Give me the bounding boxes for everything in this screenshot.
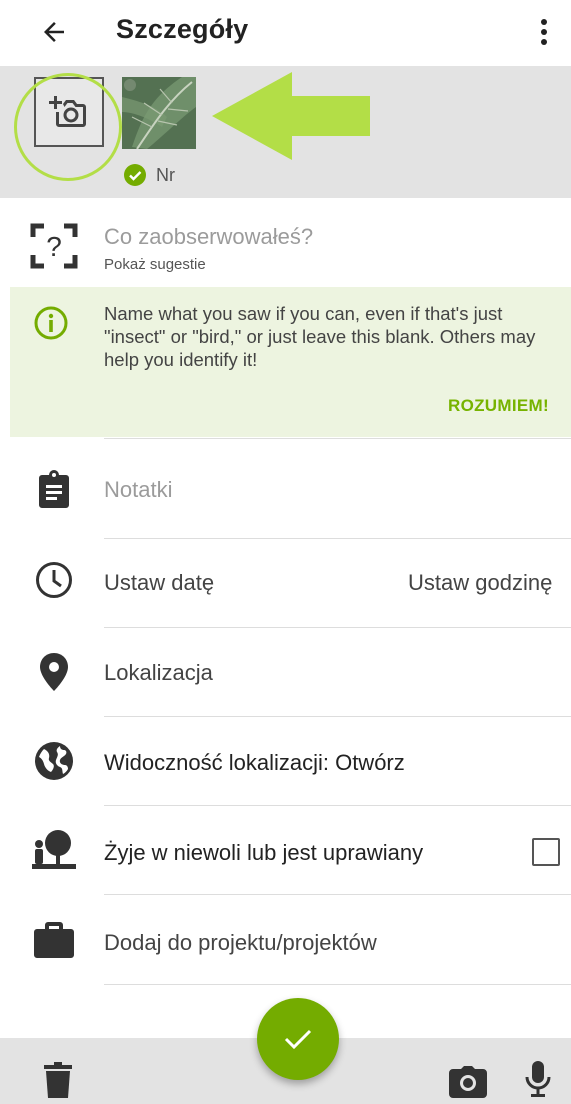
leaf-photo — [122, 77, 196, 149]
app-bar — [0, 0, 571, 66]
divider — [104, 438, 571, 439]
delete-button[interactable] — [38, 1060, 78, 1100]
clipboard-icon — [28, 463, 80, 515]
notes-field[interactable]: Notatki — [104, 477, 172, 503]
add-to-projects-button[interactable]: Dodaj do projektu/projektów — [104, 930, 377, 956]
tip-dismiss-button[interactable]: ROZUMIEM! — [448, 396, 549, 416]
species-unknown-icon[interactable]: ? — [28, 220, 80, 272]
check-circle-icon — [124, 164, 146, 186]
clock-icon — [28, 554, 80, 606]
geoprivacy-selector[interactable]: Widoczność lokalizacji: Otwórz — [104, 750, 405, 776]
add-photo-highlight — [14, 73, 122, 181]
captive-cultivated-icon — [28, 824, 80, 876]
microphone-icon — [525, 1061, 551, 1097]
captive-cultivated-label: Żyje w niewoli lub jest uprawiany — [104, 840, 424, 865]
more-vertical-icon — [541, 19, 547, 45]
page-title: Szczegóły — [116, 14, 249, 44]
location-pin-icon — [28, 646, 80, 698]
camera-button[interactable] — [448, 1062, 488, 1102]
save-observation-button[interactable] — [257, 998, 339, 1080]
divider — [104, 627, 571, 628]
checkmark-icon — [284, 1029, 312, 1050]
hint-arrow — [212, 72, 370, 160]
photo-thumbnail[interactable] — [122, 77, 196, 149]
arrow-left-icon — [44, 22, 64, 42]
trash-icon — [44, 1062, 72, 1098]
globe-icon — [28, 735, 80, 787]
tip-text: Name what you saw if you can, even if th… — [104, 303, 536, 370]
set-date-button[interactable]: Ustaw datę — [104, 570, 214, 596]
microphone-button[interactable] — [518, 1060, 558, 1100]
set-time-button[interactable]: Ustaw godzinę — [408, 570, 552, 596]
divider — [104, 984, 571, 985]
photo-status-label: Nr — [156, 164, 175, 185]
camera-icon — [449, 1066, 487, 1098]
location-field[interactable]: Lokalizacja — [104, 660, 213, 686]
divider — [104, 538, 571, 539]
back-button[interactable] — [30, 8, 78, 56]
overflow-menu-button[interactable] — [522, 8, 566, 56]
divider — [104, 716, 571, 717]
show-suggestions-link[interactable]: Pokaż sugestie — [104, 256, 206, 273]
divider — [104, 805, 571, 806]
briefcase-icon — [28, 914, 80, 966]
species-name-field[interactable]: Co zaobserwowałeś? — [104, 224, 313, 250]
captive-cultivated-checkbox[interactable] — [532, 838, 560, 866]
svg-text:?: ? — [46, 231, 62, 262]
photo-status: Nr — [124, 164, 175, 186]
info-icon — [34, 306, 68, 340]
divider — [104, 894, 571, 895]
